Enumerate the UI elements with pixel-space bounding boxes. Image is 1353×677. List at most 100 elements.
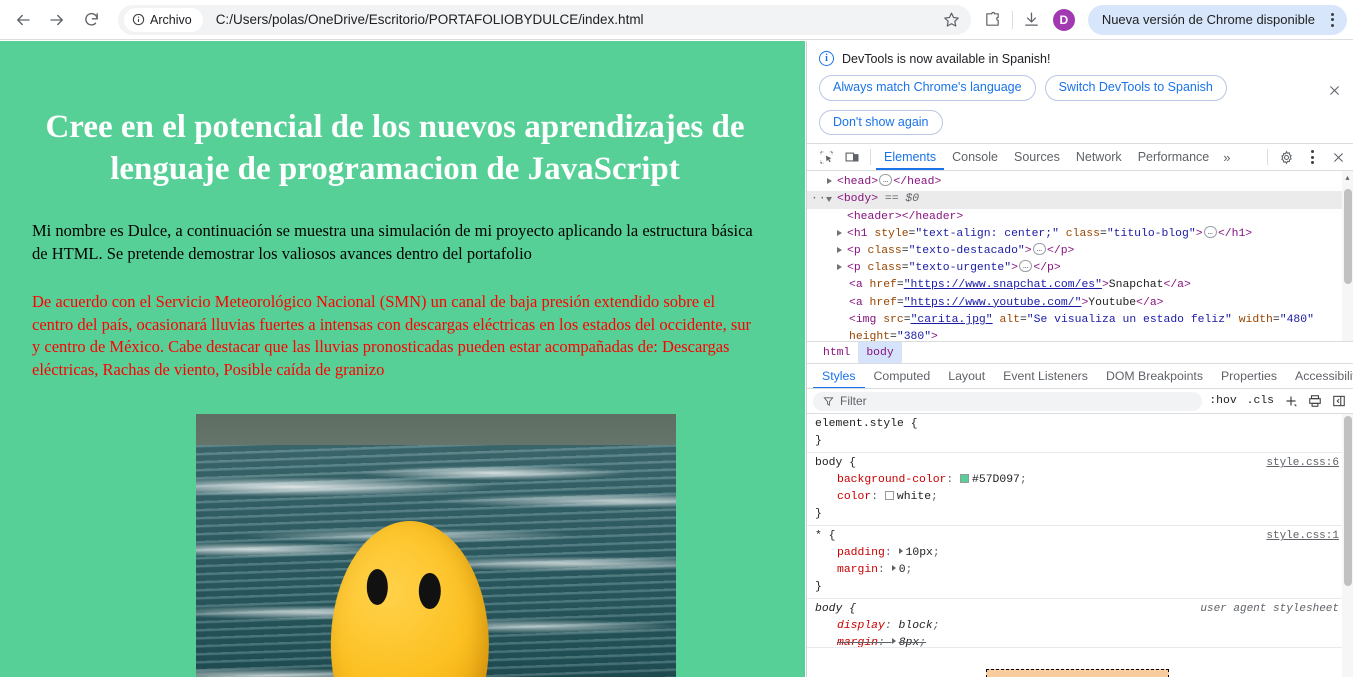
url-text[interactable]: C:/Users/polas/OneDrive/Escritorio/PORTA…	[216, 12, 937, 27]
dom-tree-scrollbar[interactable]: ▲	[1342, 171, 1353, 342]
reload-button[interactable]	[74, 3, 108, 37]
color-swatch[interactable]	[884, 491, 894, 501]
extensions-button[interactable]	[977, 4, 1009, 36]
a1-tag-name: a	[855, 279, 863, 292]
tab-accessibility[interactable]: Accessibility	[1286, 364, 1353, 388]
tab-dom-breakpoints[interactable]: DOM Breakpoints	[1097, 364, 1212, 388]
always-match-language-button[interactable]: Always match Chrome's language	[819, 75, 1036, 101]
declaration-display[interactable]: display: block;	[807, 618, 1353, 635]
collapse-triangle-icon[interactable]	[826, 197, 832, 205]
tab-sources[interactable]: Sources	[1006, 144, 1068, 170]
inspect-element-button[interactable]	[813, 145, 839, 169]
breadcrumb-item-body[interactable]: body	[858, 341, 902, 364]
hover-state-button[interactable]: :hov	[1206, 395, 1239, 407]
tab-properties[interactable]: Properties	[1212, 364, 1286, 388]
dont-show-again-button[interactable]: Don't show again	[819, 109, 943, 136]
file-scheme-chip[interactable]: Archivo	[124, 7, 203, 32]
collapsed-content-badge[interactable]: …	[1203, 225, 1217, 238]
expand-triangle-icon[interactable]	[891, 565, 896, 572]
rule-origin-link[interactable]: style.css:1	[1266, 528, 1339, 545]
dom-tree[interactable]: <head>… </head> ··· <body> == $0 <header>…	[807, 171, 1353, 342]
expand-triangle-icon[interactable]	[891, 638, 896, 645]
img-src-value[interactable]: "carita.jpg"	[911, 314, 993, 326]
dom-node-p-urgente[interactable]: <p class="texto-urgente">… </p>	[807, 260, 1353, 277]
expand-triangle-icon[interactable]	[898, 548, 903, 555]
property-value[interactable]: 0	[899, 564, 906, 576]
declaration-color[interactable]: color: white;	[807, 489, 1353, 506]
devtools-settings-button[interactable]	[1273, 145, 1299, 169]
expand-triangle-icon[interactable]	[837, 247, 842, 254]
declaration-padding[interactable]: padding: 10px;	[807, 545, 1353, 562]
dom-node-p-destacado[interactable]: <p class="texto-destacado">… </p>	[807, 243, 1353, 260]
dom-scrollbar-thumb[interactable]	[1344, 189, 1352, 285]
computed-styles-button[interactable]	[1305, 394, 1325, 408]
property-value[interactable]: white	[897, 491, 931, 503]
property-value[interactable]: 10px	[906, 547, 933, 559]
dom-node-body[interactable]: ··· <body> == $0	[807, 191, 1353, 209]
property-name[interactable]: color	[837, 491, 871, 503]
downloads-button[interactable]	[1016, 4, 1048, 36]
bookmark-button[interactable]	[937, 5, 967, 35]
forward-button[interactable]	[40, 3, 74, 37]
declaration-background-color[interactable]: background-color: #57D097;	[807, 472, 1353, 489]
tab-styles[interactable]: Styles	[813, 364, 865, 388]
snapchat-url[interactable]: "https://www.snapchat.com/es"	[904, 279, 1102, 291]
property-value[interactable]: block	[899, 620, 933, 632]
box-model-diagram[interactable]	[807, 647, 1353, 677]
toggle-sidebar-button[interactable]	[1329, 394, 1349, 408]
class-editor-button[interactable]: .cls	[1244, 395, 1277, 407]
rule-origin-link[interactable]: style.css:6	[1266, 455, 1339, 472]
styles-rules-pane[interactable]: element.style { } body { style.css:6 bac…	[807, 414, 1353, 677]
color-swatch[interactable]	[960, 474, 970, 484]
declaration-margin[interactable]: margin: 0;	[807, 562, 1353, 579]
expand-triangle-icon[interactable]	[837, 264, 842, 271]
dom-node-img[interactable]: <img src="carita.jpg" alt="Se visualiza …	[807, 312, 1353, 329]
styles-filter-input[interactable]: Filter	[813, 391, 1203, 411]
collapsed-content-badge[interactable]: …	[1018, 260, 1033, 273]
address-bar[interactable]: Archivo C:/Users/polas/OneDrive/Escritor…	[118, 4, 971, 35]
breadcrumb-item-html[interactable]: html	[815, 342, 858, 364]
tab-computed[interactable]: Computed	[865, 364, 940, 388]
devtools-close-button[interactable]	[1325, 145, 1351, 169]
dom-node-header[interactable]: <header></header>	[807, 209, 1353, 226]
browser-menu-icon[interactable]	[1323, 12, 1341, 27]
device-toolbar-button[interactable]	[839, 145, 865, 169]
property-value[interactable]: #57D097	[972, 474, 1020, 486]
profile-button[interactable]: D	[1048, 4, 1080, 36]
youtube-url[interactable]: "https://www.youtube.com/"	[904, 297, 1082, 309]
dom-node-head[interactable]: <head>… </head>	[807, 174, 1353, 191]
tab-console[interactable]: Console	[944, 144, 1006, 170]
box-model-margin-box[interactable]	[986, 669, 1169, 677]
property-name[interactable]: padding	[837, 547, 885, 559]
dom-node-a-youtube[interactable]: <a href="https://www.youtube.com/">Youtu…	[807, 295, 1353, 312]
tab-performance[interactable]: Performance	[1130, 144, 1218, 170]
styles-pane-scrollbar[interactable]	[1342, 414, 1353, 677]
new-style-rule-button[interactable]	[1281, 394, 1301, 408]
property-name[interactable]: background-color	[837, 474, 946, 486]
dom-node-a-snapchat[interactable]: <a href="https://www.snapchat.com/es">Sn…	[807, 277, 1353, 294]
rule-universal-stylecss[interactable]: * { style.css:1 padding: 10px; margin: 0…	[807, 526, 1353, 600]
tab-elements[interactable]: Elements	[876, 144, 944, 170]
devtools-menu-button[interactable]	[1299, 145, 1325, 169]
rule-element-style[interactable]: element.style { }	[807, 414, 1353, 454]
tab-network[interactable]: Network	[1068, 144, 1130, 170]
property-name[interactable]: margin	[837, 564, 878, 576]
dom-node-h1[interactable]: <h1 style="text-align: center;" class="t…	[807, 225, 1353, 243]
collapsed-content-badge[interactable]: …	[1032, 243, 1047, 256]
expand-triangle-icon[interactable]	[837, 229, 842, 236]
rule-body-stylecss[interactable]: body { style.css:6 background-color: #57…	[807, 453, 1353, 527]
switch-to-spanish-button[interactable]: Switch DevTools to Spanish	[1044, 75, 1227, 101]
property-name[interactable]: display	[837, 620, 885, 632]
dom-node-img-cont[interactable]: height="380">	[807, 329, 1353, 341]
dom-scroll-up-arrow[interactable]: ▲	[1342, 171, 1353, 188]
banner-close-button[interactable]	[1325, 81, 1343, 99]
more-tabs-button[interactable]: »	[1217, 150, 1236, 165]
chrome-update-button[interactable]: Nueva versión de Chrome disponible	[1087, 4, 1347, 35]
expand-triangle-icon[interactable]	[827, 178, 832, 185]
collapsed-content-badge[interactable]: …	[879, 174, 893, 187]
back-button[interactable]	[6, 3, 40, 37]
a1-href-attr: href	[869, 279, 897, 292]
tab-layout[interactable]: Layout	[939, 364, 994, 388]
styles-scrollbar-thumb[interactable]	[1344, 416, 1352, 587]
tab-event-listeners[interactable]: Event Listeners	[994, 364, 1097, 388]
